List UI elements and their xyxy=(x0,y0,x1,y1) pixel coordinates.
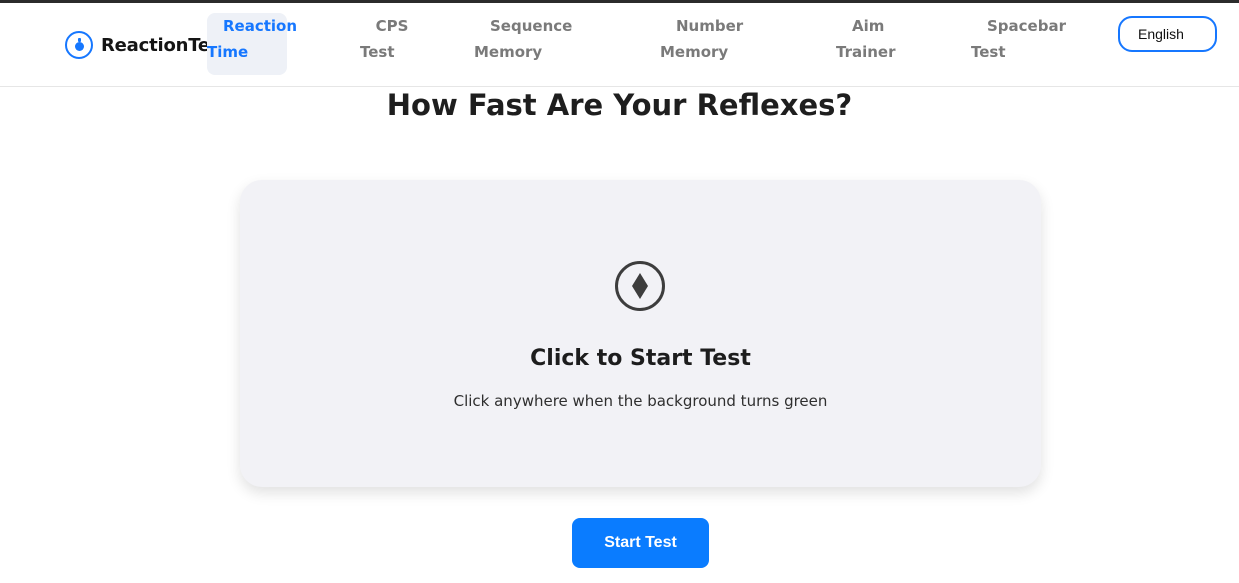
nav-label-line1: Reaction xyxy=(223,17,298,35)
nav-aim-trainer[interactable]: Aim Trainer xyxy=(836,13,896,75)
nav-label-line2: Test xyxy=(971,43,1006,61)
nav-cps-test[interactable]: CPS Test xyxy=(360,13,420,75)
nav-label-line1: CPS xyxy=(375,17,409,35)
nav-label-line1: Spacebar xyxy=(987,17,1066,35)
nav-label-line2: Trainer xyxy=(836,43,896,61)
test-prompt-title: Click to Start Test xyxy=(530,346,751,371)
nav-sequence-memory[interactable]: Sequence Memory xyxy=(474,13,573,75)
stopwatch-icon xyxy=(65,31,93,59)
nav-spacebar-test[interactable]: Spacebar Test xyxy=(971,13,1066,75)
site-header: ReactionTest Reaction Time CPS Test Sequ… xyxy=(0,3,1239,87)
nav-number-memory[interactable]: Number Memory xyxy=(660,13,750,75)
main-nav: Reaction Time CPS Test Sequence Memory N… xyxy=(207,13,1087,77)
nav-label-line2: Time xyxy=(207,43,249,61)
nav-label-line2: Memory xyxy=(660,43,729,61)
nav-label-line2: Memory xyxy=(474,43,543,61)
target-diamond-icon xyxy=(615,261,665,311)
language-select[interactable]: English xyxy=(1118,16,1217,52)
nav-reaction-time[interactable]: Reaction Time xyxy=(207,13,298,75)
nav-label-line1: Aim xyxy=(852,17,885,35)
page-title: How Fast Are Your Reflexes? xyxy=(386,88,853,122)
start-test-button[interactable]: Start Test xyxy=(572,518,709,568)
nav-label-line1: Sequence xyxy=(490,17,573,35)
reaction-test-area[interactable]: Click to Start Test Click anywhere when … xyxy=(240,180,1041,487)
nav-label-line2: Test xyxy=(360,43,395,61)
test-instructions: Click anywhere when the background turns… xyxy=(453,392,828,410)
nav-label-line1: Number xyxy=(676,17,744,35)
brand-logo[interactable]: ReactionTest xyxy=(65,29,229,61)
